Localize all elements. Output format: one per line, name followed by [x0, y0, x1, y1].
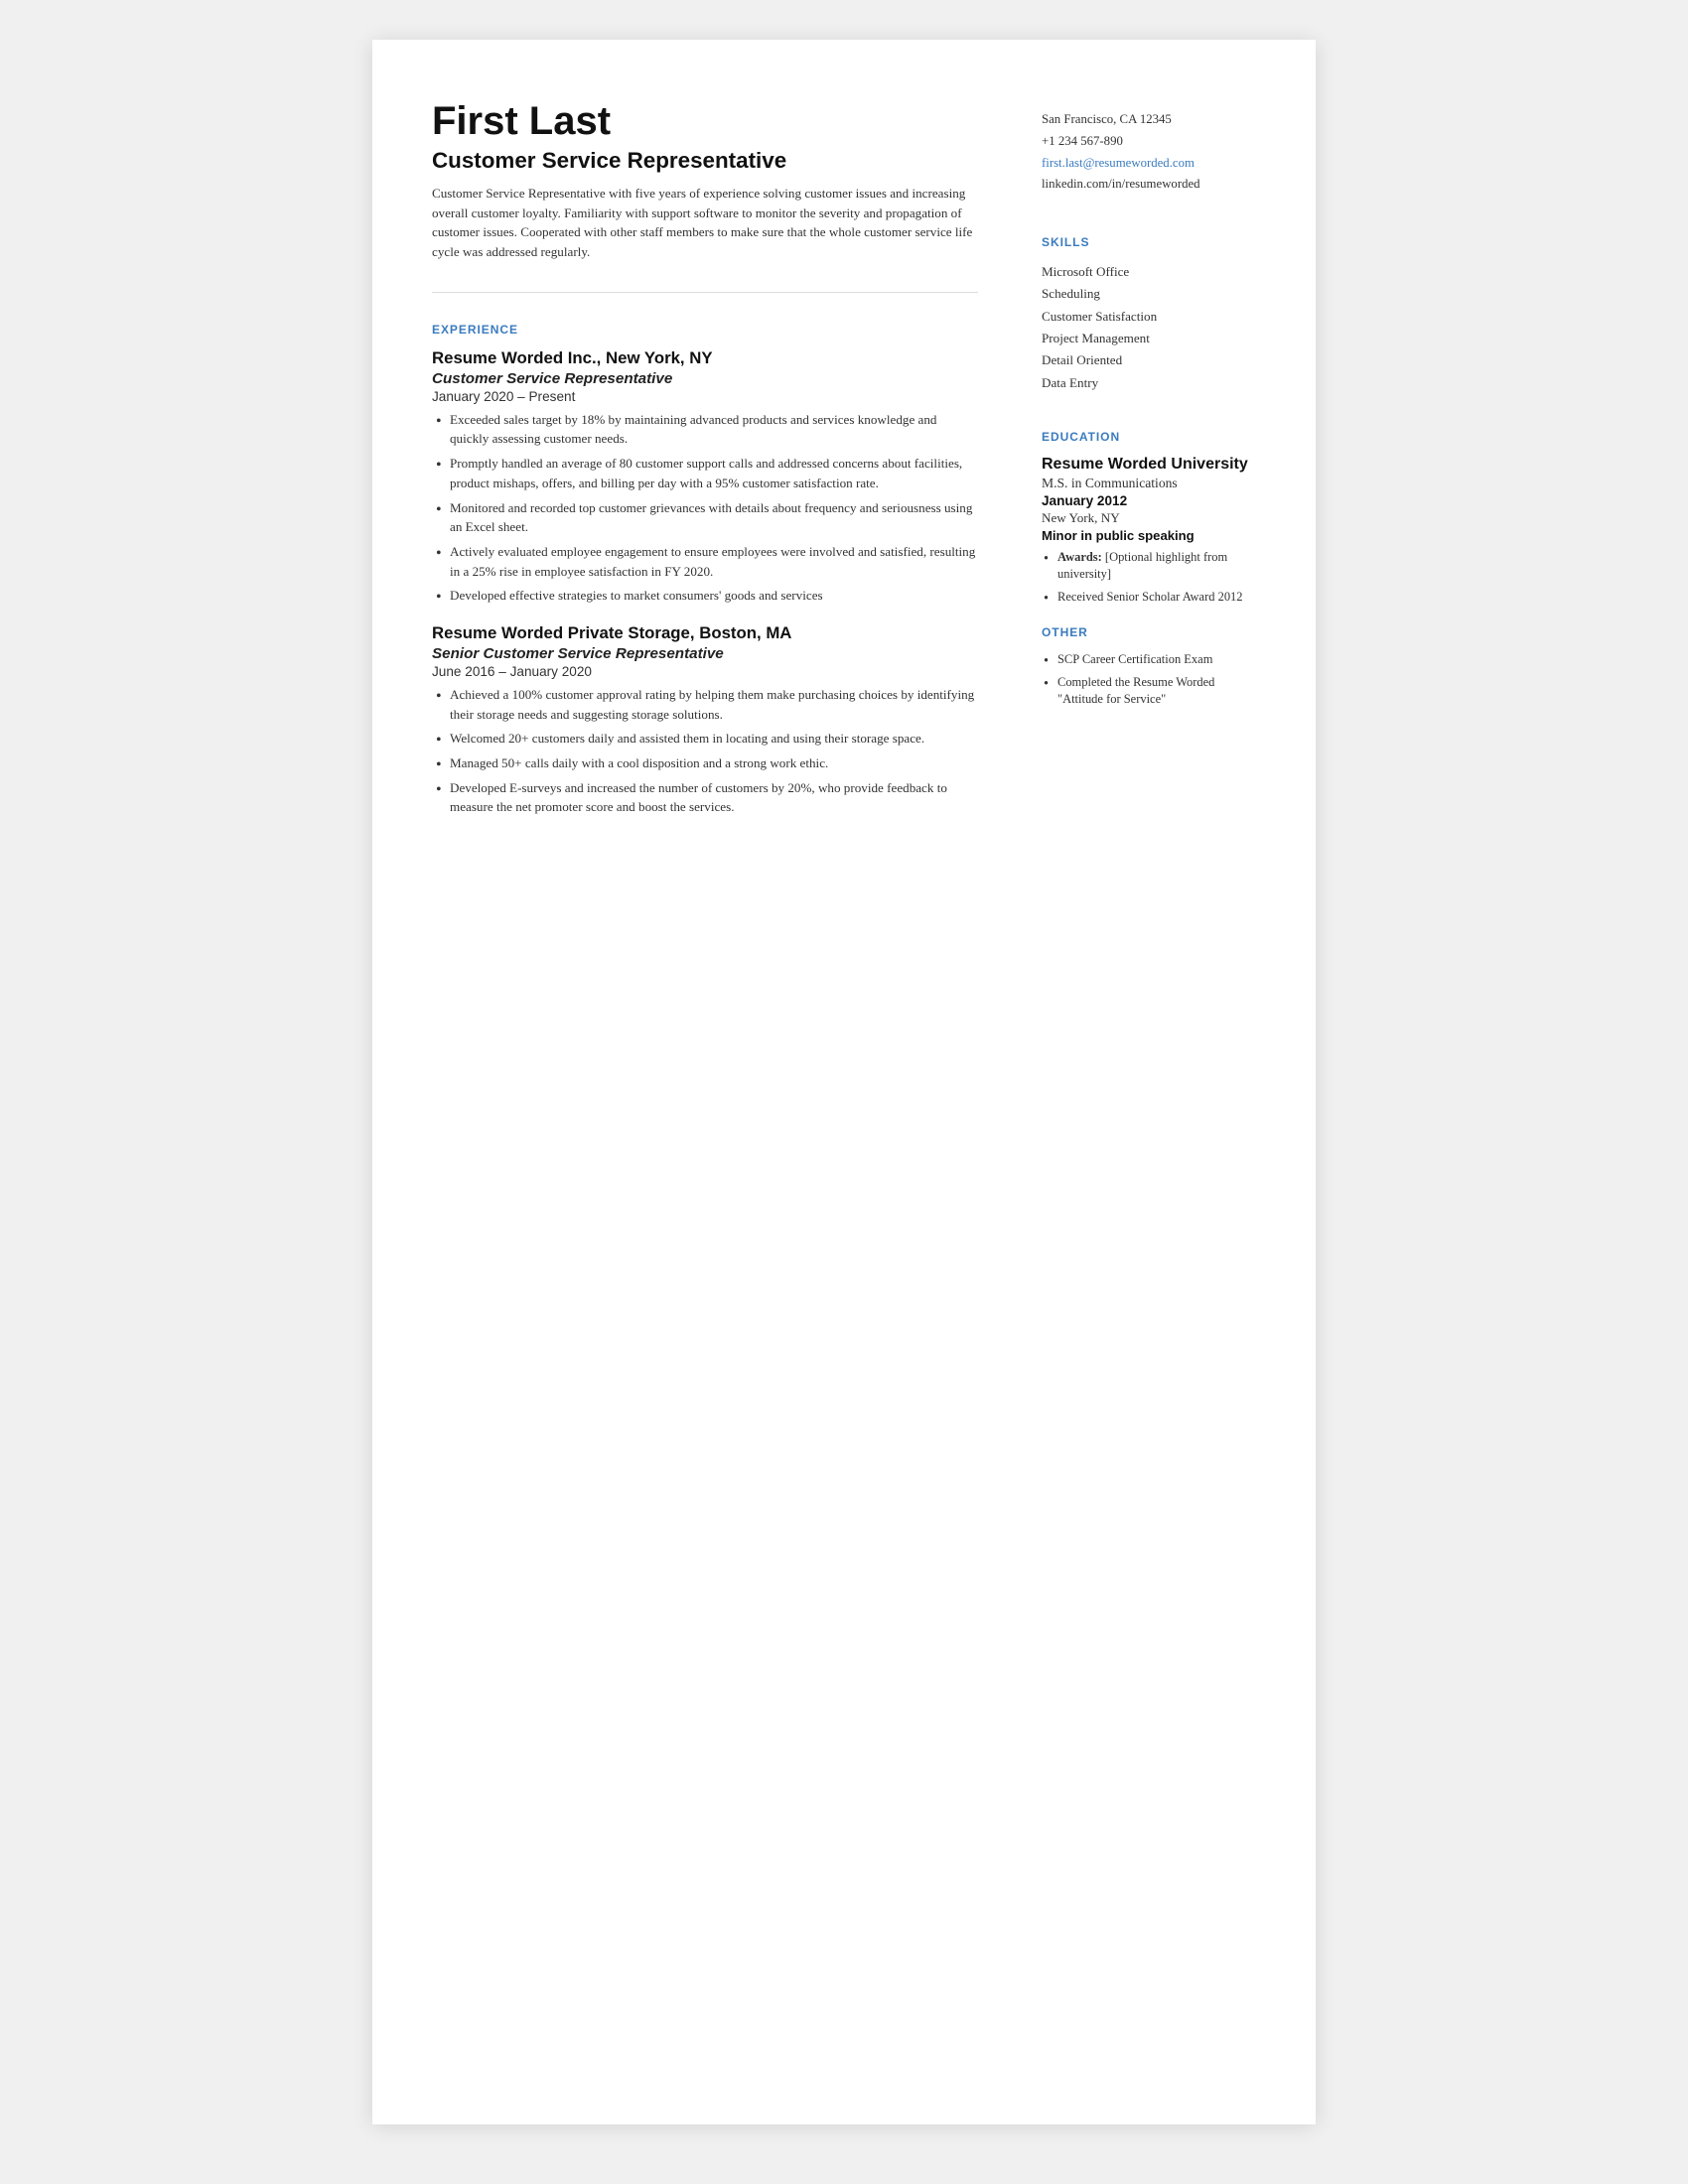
edu-bullets: Awards: [Optional highlight from univers…	[1042, 549, 1256, 606]
bullet-1-5: Developed effective strategies to market…	[432, 586, 978, 606]
edu-bullet-2: Received Senior Scholar Award 2012	[1042, 589, 1256, 606]
other-label: OTHER	[1042, 625, 1256, 639]
skills-label: SKILLS	[1042, 235, 1256, 249]
exp-role-1: Customer Service Representative	[432, 370, 978, 387]
bullet-1-1: Exceeded sales target by 18% by maintain…	[432, 410, 978, 449]
contact-phone: +1 234 567-890	[1042, 131, 1256, 153]
edu-location: New York, NY	[1042, 510, 1256, 526]
company-location-1: New York, NY	[601, 348, 712, 367]
bullet-2-4: Developed E-surveys and increased the nu…	[432, 778, 978, 817]
other-bullet-1: SCP Career Certification Exam	[1042, 651, 1256, 668]
bullet-2-1: Achieved a 100% customer approval rating…	[432, 685, 978, 724]
exp-role-2: Senior Customer Service Representative	[432, 645, 978, 662]
contact-address: San Francisco, CA 12345	[1042, 109, 1256, 131]
experience-label: EXPERIENCE	[432, 323, 978, 337]
company-name-1: Resume Worded Inc., New York, NY	[432, 348, 978, 368]
skill-6: Data Entry	[1042, 372, 1256, 394]
contact-linkedin: linkedin.com/in/resumeworded	[1042, 174, 1256, 196]
bullet-2-2: Welcomed 20+ customers daily and assiste…	[432, 729, 978, 749]
other-bullets: SCP Career Certification Exam Completed …	[1042, 651, 1256, 708]
skill-1: Microsoft Office	[1042, 261, 1256, 283]
exp-bullets-1: Exceeded sales target by 18% by maintain…	[432, 410, 978, 606]
divider	[432, 292, 978, 293]
contact-email-link[interactable]: first.last@resumeworded.com	[1042, 156, 1195, 170]
edu-university: Resume Worded University	[1042, 456, 1256, 474]
candidate-name: First Last	[432, 99, 978, 144]
bullet-1-3: Monitored and recorded top customer grie…	[432, 498, 978, 537]
exp-bullets-2: Achieved a 100% customer approval rating…	[432, 685, 978, 817]
contact-email[interactable]: first.last@resumeworded.com	[1042, 153, 1256, 175]
skill-3: Customer Satisfaction	[1042, 306, 1256, 328]
edu-minor: Minor in public speaking	[1042, 528, 1256, 543]
skill-5: Detail Oriented	[1042, 349, 1256, 371]
resume-page: First Last Customer Service Representati…	[372, 40, 1316, 2124]
right-column: San Francisco, CA 12345 +1 234 567-890 f…	[1018, 99, 1256, 2065]
header-summary: Customer Service Representative with fiv…	[432, 184, 978, 262]
skill-2: Scheduling	[1042, 283, 1256, 305]
left-column: First Last Customer Service Representati…	[432, 99, 1018, 2065]
experience-item-1: Resume Worded Inc., New York, NY Custome…	[432, 348, 978, 606]
edu-bullet-1: Awards: [Optional highlight from univers…	[1042, 549, 1256, 584]
exp-dates-2: June 2016 – January 2020	[432, 664, 978, 679]
other-bullet-2: Completed the Resume Worded "Attitude fo…	[1042, 674, 1256, 709]
company-bold-2: Resume Worded Private Storage,	[432, 623, 695, 642]
experience-item-2: Resume Worded Private Storage, Boston, M…	[432, 623, 978, 817]
edu-degree: M.S. in Communications	[1042, 476, 1256, 491]
skill-4: Project Management	[1042, 328, 1256, 349]
bullet-1-4: Actively evaluated employee engagement t…	[432, 542, 978, 581]
candidate-title: Customer Service Representative	[432, 148, 978, 174]
company-location-2: Boston, MA	[695, 623, 792, 642]
education-label: EDUCATION	[1042, 430, 1256, 444]
bullet-2-3: Managed 50+ calls daily with a cool disp…	[432, 753, 978, 773]
edu-date: January 2012	[1042, 493, 1256, 508]
company-bold-1: Resume Worded Inc.,	[432, 348, 601, 367]
header-section: First Last Customer Service Representati…	[432, 99, 978, 262]
skills-list: Microsoft Office Scheduling Customer Sat…	[1042, 261, 1256, 394]
bullet-1-2: Promptly handled an average of 80 custom…	[432, 454, 978, 492]
contact-info: San Francisco, CA 12345 +1 234 567-890 f…	[1042, 109, 1256, 196]
company-name-2: Resume Worded Private Storage, Boston, M…	[432, 623, 978, 643]
exp-dates-1: January 2020 – Present	[432, 389, 978, 404]
